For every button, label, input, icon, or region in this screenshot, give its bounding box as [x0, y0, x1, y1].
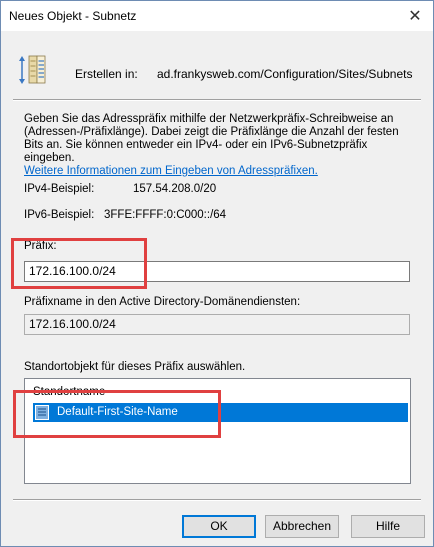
header-area: Erstellen in: ad.frankysweb.com/Configur…	[1, 31, 433, 101]
close-button[interactable]: ✕	[403, 5, 427, 27]
help-button[interactable]: Hilfe	[351, 515, 425, 538]
prefix-label: Präfix:	[24, 240, 57, 252]
site-name: Default-First-Site-Name	[57, 406, 178, 418]
cancel-button[interactable]: Abbrechen	[265, 515, 339, 538]
description-text: Geben Sie das Adresspräfix mithilfe der …	[24, 113, 416, 178]
footer-divider	[13, 499, 421, 501]
divider	[13, 99, 421, 101]
prefix-name-field: 172.16.100.0/24	[24, 314, 410, 335]
close-icon: ✕	[408, 8, 422, 25]
description-body: Geben Sie das Adresspräfix mithilfe der …	[24, 113, 399, 164]
ipv6-example-label: IPv6-Beispiel:	[24, 209, 95, 221]
subnet-object-icon	[19, 55, 46, 84]
create-in-label: Erstellen in:	[75, 67, 138, 81]
site-select-label: Standortobjekt für dieses Präfix auswähl…	[24, 361, 246, 373]
column-header-site-name[interactable]: Standortname	[33, 386, 105, 398]
site-listbox[interactable]: Standortname Default-First-Site-Name	[24, 378, 411, 484]
ipv6-example-value: 3FFE:FFFF:0:C000::/64	[104, 209, 227, 221]
title-bar: Neues Objekt - Subnetz ✕	[1, 1, 433, 31]
prefix-input[interactable]: 172.16.100.0/24	[24, 261, 410, 282]
ok-button[interactable]: OK	[182, 515, 256, 538]
prefix-name-label: Präfixname in den Active Directory-Domän…	[24, 296, 301, 308]
list-item-site[interactable]: Default-First-Site-Name	[33, 403, 408, 422]
dialog-window: Neues Objekt - Subnetz ✕ Erstellen in: a…	[0, 0, 434, 547]
window-title: Neues Objekt - Subnetz	[9, 9, 137, 23]
site-icon	[35, 405, 49, 420]
help-link[interactable]: Weitere Informationen zum Eingeben von A…	[24, 165, 318, 177]
ipv4-example-label: IPv4-Beispiel:	[24, 183, 95, 195]
ipv4-example-value: 157.54.208.0/20	[133, 183, 217, 195]
create-in-path: ad.frankysweb.com/Configuration/Sites/Su…	[157, 67, 413, 81]
